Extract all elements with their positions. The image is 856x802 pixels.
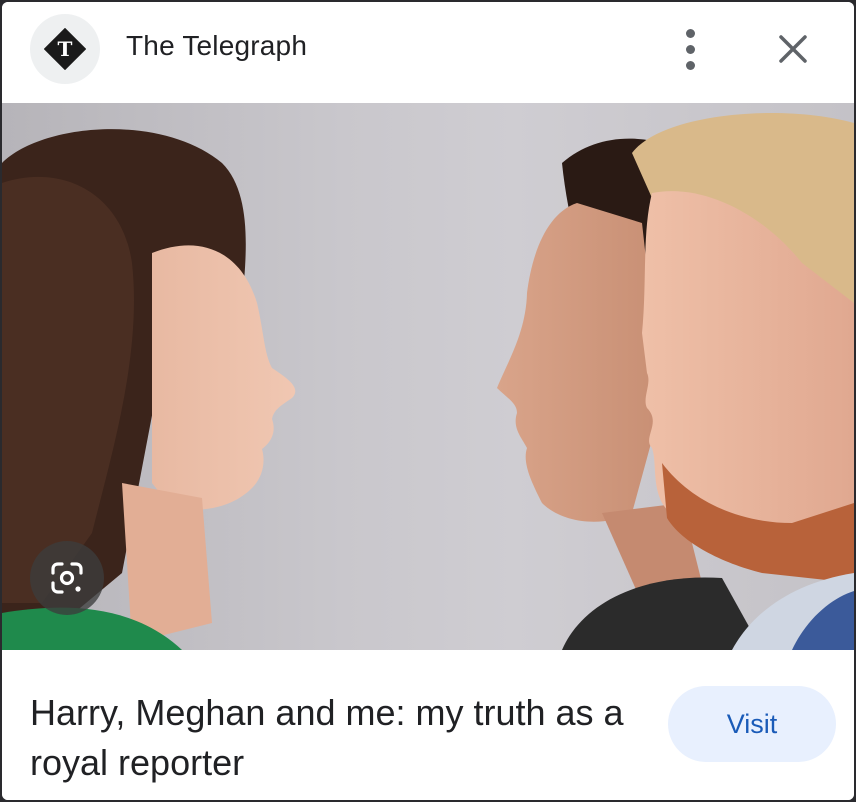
more-vertical-icon[interactable] (670, 24, 710, 74)
card-header: T The Telegraph (2, 2, 854, 102)
article-image[interactable] (2, 103, 854, 650)
photo-illustration (2, 113, 854, 650)
article-headline[interactable]: Harry, Meghan and me: my truth as a roya… (30, 688, 630, 788)
source-name[interactable]: The Telegraph (126, 30, 307, 62)
svg-text:T: T (58, 37, 73, 61)
google-lens-icon[interactable] (30, 541, 104, 615)
image-preview-card: T The Telegraph Harry, Meghan and me: my… (2, 2, 854, 800)
card-footer: Harry, Meghan and me: my truth as a roya… (2, 650, 854, 800)
visit-button[interactable]: Visit (668, 686, 836, 762)
close-icon[interactable] (766, 22, 820, 76)
telegraph-logo-icon[interactable]: T (30, 14, 100, 84)
